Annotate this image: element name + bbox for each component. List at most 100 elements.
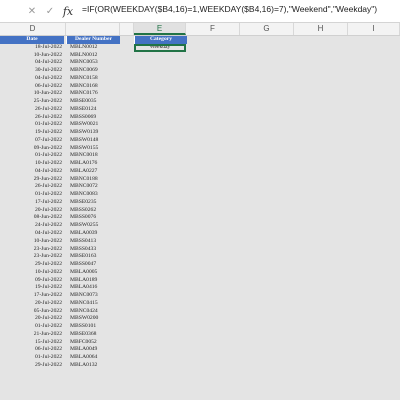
dealer-number-cell[interactable]: MBSW0200 xyxy=(68,315,118,323)
dealer-number-cell[interactable]: MBSW0255 xyxy=(68,222,118,230)
date-cell[interactable]: 07-Jul-2022 xyxy=(0,137,64,145)
dealer-number-cell[interactable]: MBNC0158 xyxy=(68,75,118,83)
column-header-e[interactable]: E xyxy=(134,23,186,35)
dealer-number-cell[interactable]: MBSS0101 xyxy=(68,323,118,331)
dealer-number-cell[interactable]: MBSE0124 xyxy=(68,106,118,114)
date-cell[interactable]: 19-Jul-2022 xyxy=(0,284,64,292)
dealer-number-cell[interactable]: MBLA0176 xyxy=(68,160,118,168)
date-cell[interactable]: 18-Jul-2022 xyxy=(0,44,64,52)
date-cell[interactable]: 10-Jun-2022 xyxy=(0,90,64,98)
date-cell[interactable]: 26-Jul-2022 xyxy=(0,183,64,191)
date-cell[interactable]: 20-Jul-2022 xyxy=(0,315,64,323)
date-cell[interactable]: 01-Jul-2022 xyxy=(0,354,64,362)
dealer-number-cell[interactable]: MBSS0076 xyxy=(68,214,118,222)
date-cell[interactable]: 29-Jul-2022 xyxy=(0,362,64,370)
dealer-number-cell[interactable]: MBSE0163 xyxy=(68,253,118,261)
dealer-number-cell[interactable]: MBLN0012 xyxy=(68,52,118,60)
column-header-f[interactable]: F xyxy=(186,23,240,35)
column-header-i[interactable]: I xyxy=(348,23,400,35)
dealer-number-cell[interactable]: MBNC0069 xyxy=(68,67,118,75)
date-cell[interactable]: 10-Jul-2022 xyxy=(0,269,64,277)
enter-icon[interactable]: ✓ xyxy=(44,6,56,17)
date-cell[interactable]: 21-Jun-2022 xyxy=(0,331,64,339)
date-cell[interactable]: 20-Jul-2022 xyxy=(0,207,64,215)
date-cell[interactable]: 05-Jun-2022 xyxy=(0,308,64,316)
date-cell[interactable]: 29-Jun-2022 xyxy=(0,176,64,184)
date-cell[interactable]: 04-Jul-2022 xyxy=(0,59,64,67)
date-cell[interactable]: 26-Jul-2022 xyxy=(0,106,64,114)
dealer-number-cell[interactable]: MBNC0073 xyxy=(68,292,118,300)
dealer-number-cell[interactable]: MBLA0039 xyxy=(68,230,118,238)
dealer-number-cell[interactable]: MBFC0052 xyxy=(68,339,118,347)
dealer-number-cell[interactable]: MBSW0021 xyxy=(68,121,118,129)
date-cell[interactable]: 01-Jul-2022 xyxy=(0,323,64,331)
header-date[interactable]: Date xyxy=(0,36,64,44)
dealer-number-cell[interactable]: MBSE0368 xyxy=(68,331,118,339)
dealer-number-cell[interactable]: MBLA0005 xyxy=(68,269,118,277)
date-cell[interactable]: 10-Jun-2022 xyxy=(0,52,64,60)
insert-function-icon[interactable]: fx xyxy=(62,5,74,18)
dealer-number-cell[interactable]: MBNC0176 xyxy=(68,90,118,98)
column-header-blank-2[interactable] xyxy=(120,23,134,35)
date-cell[interactable]: 29-Jul-2022 xyxy=(0,261,64,269)
date-cell[interactable]: 23-Jun-2022 xyxy=(0,253,64,261)
dealer-number-cell[interactable]: MBLA0227 xyxy=(68,168,118,176)
dealer-number-cell[interactable]: MBLA0416 xyxy=(68,284,118,292)
worksheet-grid[interactable]: Date Dealer Number Category 18-Jul-2022 M… xyxy=(0,36,400,400)
column-header-h[interactable]: H xyxy=(294,23,348,35)
dealer-number-cell[interactable]: MBSW0148 xyxy=(68,137,118,145)
date-cell[interactable]: 09-Jun-2022 xyxy=(0,145,64,153)
date-cell[interactable]: 01-Jul-2022 xyxy=(0,191,64,199)
header-category[interactable]: Category xyxy=(134,36,187,44)
dealer-number-cell[interactable]: MBSE0235 xyxy=(68,199,118,207)
dealer-number-cell[interactable]: MBLA0049 xyxy=(68,346,118,354)
dealer-number-cell[interactable]: MBLA0132 xyxy=(68,362,118,370)
date-cell[interactable]: 23-Jun-2022 xyxy=(0,246,64,254)
date-cell[interactable]: 04-Jul-2022 xyxy=(0,230,64,238)
dealer-number-cell[interactable]: MBNC0168 xyxy=(68,83,118,91)
date-cell[interactable]: 04-Jul-2022 xyxy=(0,168,64,176)
date-cell[interactable]: 24-Jul-2022 xyxy=(0,222,64,230)
dealer-number-cell[interactable]: MBNC0188 xyxy=(68,176,118,184)
date-cell[interactable]: 17-Jul-2022 xyxy=(0,199,64,207)
date-cell[interactable]: 30-Jul-2022 xyxy=(0,67,64,75)
date-cell[interactable]: 08-Jun-2022 xyxy=(0,214,64,222)
date-cell[interactable]: 15-Jul-2022 xyxy=(0,339,64,347)
header-dealer-number[interactable]: Dealer Number xyxy=(66,36,120,44)
dealer-number-cell[interactable]: MBNC0415 xyxy=(68,300,118,308)
dealer-number-cell[interactable]: MBNC0072 xyxy=(68,183,118,191)
dealer-number-cell[interactable]: MBNC0424 xyxy=(68,308,118,316)
date-cell[interactable]: 25-Jun-2022 xyxy=(0,98,64,106)
date-cell[interactable]: 01-Jul-2022 xyxy=(0,121,64,129)
column-header-g[interactable]: G xyxy=(240,23,294,35)
dealer-number-cell[interactable]: MBNC0083 xyxy=(68,191,118,199)
dealer-number-cell[interactable]: MBSW0139 xyxy=(68,129,118,137)
dealer-number-cell[interactable]: MBSS0262 xyxy=(68,207,118,215)
date-cell[interactable]: 06-Jul-2022 xyxy=(0,83,64,91)
date-cell[interactable]: 06-Jul-2022 xyxy=(0,346,64,354)
cancel-icon[interactable]: ✕ xyxy=(26,6,38,17)
dealer-number-cell[interactable]: MBSS0413 xyxy=(68,238,118,246)
active-cell-selection[interactable] xyxy=(134,43,186,52)
column-header-blank-1[interactable] xyxy=(66,23,120,35)
dealer-number-cell[interactable]: MBSS0069 xyxy=(68,114,118,122)
dealer-number-cell[interactable]: MBLA0189 xyxy=(68,277,118,285)
dealer-number-cell[interactable]: MBSS0047 xyxy=(68,261,118,269)
date-cell[interactable]: 09-Jul-2022 xyxy=(0,277,64,285)
dealer-number-cell[interactable]: MBSS0433 xyxy=(68,246,118,254)
date-cell[interactable]: 01-Jul-2022 xyxy=(0,152,64,160)
column-header-d[interactable]: D xyxy=(0,23,66,35)
date-cell[interactable]: 20-Jul-2022 xyxy=(0,300,64,308)
date-cell[interactable]: 04-Jul-2022 xyxy=(0,75,64,83)
date-cell[interactable]: 10-Jul-2022 xyxy=(0,160,64,168)
dealer-number-cell[interactable]: MBSW0155 xyxy=(68,145,118,153)
dealer-number-cell[interactable]: MBNC0018 xyxy=(68,152,118,160)
dealer-number-cell[interactable]: MBLA0064 xyxy=(68,354,118,362)
date-cell[interactable]: 10-Jun-2022 xyxy=(0,238,64,246)
date-cell[interactable]: 19-Jul-2022 xyxy=(0,129,64,137)
dealer-number-cell[interactable]: MBLN0012 xyxy=(68,44,118,52)
dealer-number-cell[interactable]: MBNC0053 xyxy=(68,59,118,67)
date-cell[interactable]: 26-Jul-2022 xyxy=(0,114,64,122)
formula-input[interactable]: =IF(OR(WEEKDAY($B4,16)=1,WEEKDAY($B4,16)… xyxy=(82,4,377,14)
dealer-number-cell[interactable]: MBSE0035 xyxy=(68,98,118,106)
